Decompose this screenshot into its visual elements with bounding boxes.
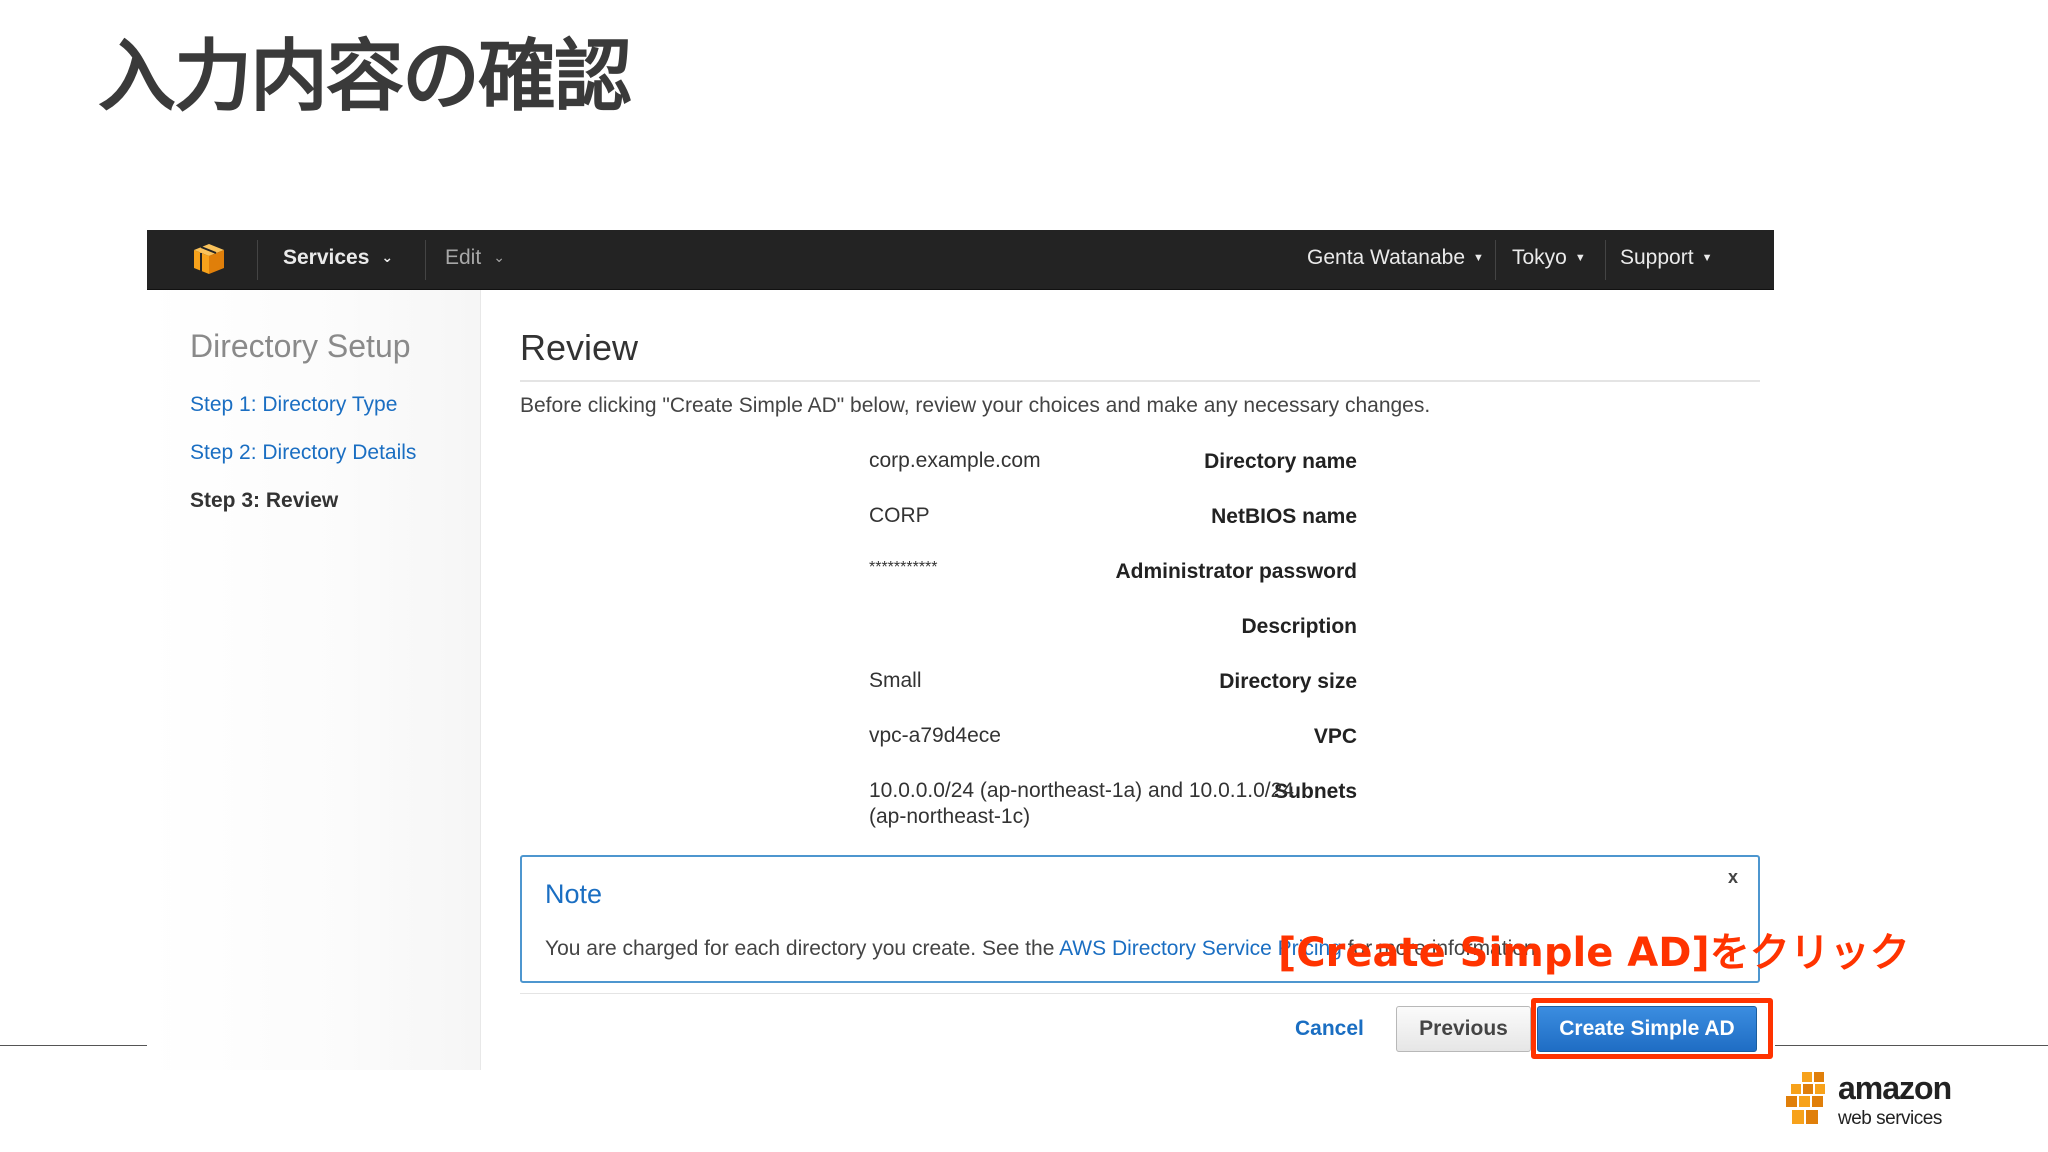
caret-down-icon: ▼ [1473, 252, 1484, 264]
sidebar-title: Directory Setup [190, 328, 411, 364]
value-admin-password: *********** [869, 559, 938, 576]
nav-separator [1495, 240, 1496, 280]
title-divider [520, 380, 1760, 382]
label-admin-password: Administrator password [1115, 560, 1357, 583]
slide-divider-left [0, 1045, 147, 1046]
support-label: Support [1620, 246, 1694, 269]
chevron-down-icon: ⌄ [381, 249, 394, 265]
value-vpc: vpc-a79d4ece [869, 724, 1001, 747]
aws-boxes-icon [1786, 1072, 1825, 1124]
region-menu[interactable]: Tokyo ▼ [1512, 246, 1586, 270]
caret-down-icon: ▼ [1701, 252, 1713, 264]
value-subnets-line1: 10.0.0.0/24 (ap-northeast-1a) and 10.0.1… [869, 779, 1294, 802]
sidebar-item-step3-current: Step 3: Review [190, 489, 339, 512]
label-vpc: VPC [1313, 725, 1357, 748]
value-netbios-name: CORP [869, 504, 930, 527]
label-directory-name: Directory name [1204, 450, 1357, 473]
support-menu[interactable]: Support ▼ [1620, 246, 1712, 270]
user-menu[interactable]: Genta Watanabe ▼ [1307, 246, 1484, 270]
services-menu[interactable]: Services ⌄ [283, 246, 393, 270]
console-navbar: Services ⌄ Edit ⌄ Genta Watanabe ▼ Tokyo ▼ S… [147, 230, 1774, 290]
directory-setup-sidebar: Directory Setup Step 1: Directory Type S… [147, 290, 481, 1070]
sidebar-item-step1[interactable]: Step 1: Directory Type [190, 393, 397, 417]
aws-logo-word-webservices: web services [1838, 1108, 1942, 1129]
edit-menu[interactable]: Edit ⌄ [445, 246, 505, 270]
create-button-highlight [1531, 998, 1773, 1059]
slide-divider-right [1775, 1045, 2048, 1046]
nav-separator [257, 240, 258, 280]
review-intro: Before clicking "Create Simple AD" below… [520, 394, 1431, 417]
callout-text: [Create Simple AD]をクリック [1278, 930, 1910, 976]
value-directory-size: Small [869, 669, 922, 692]
value-directory-name: corp.example.com [869, 449, 1041, 472]
close-icon[interactable]: x [1728, 867, 1738, 888]
slide-title: 入力内容の確認 [98, 32, 632, 122]
label-netbios-name: NetBIOS name [1211, 505, 1357, 528]
edit-label: Edit [445, 246, 482, 269]
value-subnets-line2: (ap-northeast-1c) [869, 805, 1031, 828]
note-title: Note [545, 879, 603, 909]
label-directory-size: Directory size [1219, 670, 1357, 693]
caret-down-icon: ▼ [1574, 252, 1586, 264]
region-label: Tokyo [1512, 246, 1567, 269]
cancel-button[interactable]: Cancel [1295, 1017, 1364, 1041]
sidebar-item-step2[interactable]: Step 2: Directory Details [190, 441, 416, 465]
user-label: Genta Watanabe [1307, 246, 1465, 269]
previous-button[interactable]: Previous [1396, 1006, 1531, 1052]
footer-divider [520, 993, 1760, 994]
nav-separator [1605, 240, 1606, 280]
label-description: Description [1241, 615, 1357, 638]
page-title: Review [520, 327, 639, 368]
aws-cube-icon[interactable] [191, 242, 227, 276]
aws-logo: amazon web services [1786, 1070, 1956, 1132]
aws-logo-word-amazon: amazon [1838, 1070, 1952, 1106]
chevron-down-icon: ⌄ [493, 249, 505, 265]
note-text-before: You are charged for each directory you c… [545, 937, 1060, 960]
nav-separator [425, 240, 426, 280]
services-label: Services [283, 246, 370, 269]
